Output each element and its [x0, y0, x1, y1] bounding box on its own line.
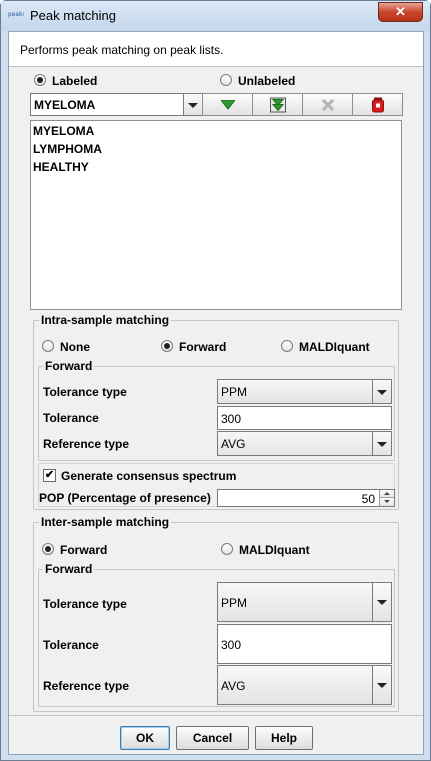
- intra-tolerance-type-label: Tolerance type: [43, 385, 127, 399]
- pop-label: POP (Percentage of presence): [39, 491, 211, 505]
- inter-tolerance-label: Tolerance: [43, 638, 99, 652]
- chevron-down-icon: [183, 94, 202, 115]
- consensus-checkbox[interactable]: ✔: [43, 469, 56, 482]
- intra-tolerance-field[interactable]: 300: [217, 406, 392, 430]
- intra-none-label: None: [60, 340, 90, 354]
- labeled-label: Labeled: [52, 74, 98, 88]
- inter-forward-title: Forward: [43, 562, 95, 576]
- inter-tolerance-field[interactable]: 300: [217, 624, 392, 664]
- intra-maldiquant-radio[interactable]: [281, 340, 293, 352]
- list-item[interactable]: HEALTHY: [33, 160, 89, 174]
- intra-tolerance-type-value: PPM: [221, 385, 248, 399]
- intra-reference-type-value: AVG: [221, 437, 246, 451]
- pop-value: 50: [361, 492, 375, 506]
- add-all-icon: [269, 97, 286, 112]
- intra-forward-group: Forward Tolerance type PPM Tolerance 300…: [38, 359, 395, 461]
- chevron-down-icon: [372, 666, 391, 704]
- pop-spinner-buttons[interactable]: [379, 490, 394, 506]
- unlabeled-radio[interactable]: [220, 74, 232, 86]
- inter-forward-label: Forward: [60, 543, 108, 557]
- inter-reference-type-value: AVG: [221, 679, 246, 693]
- intra-none-radio[interactable]: [42, 340, 54, 352]
- remove-label-button[interactable]: [302, 93, 353, 116]
- inter-forward-radio[interactable]: [42, 543, 54, 555]
- label-combo-value: MYELOMA: [34, 98, 96, 112]
- chevron-down-icon: [372, 380, 391, 403]
- label-combo[interactable]: MYELOMA: [30, 93, 203, 116]
- button-bar: OK Cancel Help: [9, 715, 423, 754]
- title-bar[interactable]: peaks Peak matching ✕: [1, 1, 430, 31]
- intra-sample-group: Intra-sample matching None Forward MALDI…: [33, 313, 399, 510]
- chevron-down-icon: [372, 432, 391, 455]
- inter-reference-type-combo[interactable]: AVG: [217, 665, 392, 705]
- spinner-down-icon[interactable]: [380, 498, 394, 506]
- inter-maldiquant-label: MALDIquant: [239, 543, 310, 557]
- dialog-content: Performs peak matching on peak lists. La…: [8, 31, 424, 755]
- inter-reference-type-label: Reference type: [43, 679, 130, 693]
- cancel-button[interactable]: Cancel: [176, 726, 249, 750]
- add-icon: [220, 99, 235, 110]
- intra-forward-radio[interactable]: [161, 340, 173, 352]
- intra-tolerance-type-combo[interactable]: PPM: [217, 379, 392, 404]
- list-item[interactable]: LYMPHOMA: [33, 142, 102, 156]
- intra-forward-label: Forward: [179, 340, 227, 354]
- consensus-group: ✔ Generate consensus spectrum POP (Perce…: [38, 463, 395, 507]
- consensus-label: Generate consensus spectrum: [61, 469, 237, 483]
- inter-forward-group: Forward Tolerance type PPM Tolerance 300…: [38, 562, 395, 707]
- inter-tolerance-type-combo[interactable]: PPM: [217, 582, 392, 622]
- add-all-labels-button[interactable]: [252, 93, 303, 116]
- inter-tolerance-type-value: PPM: [221, 596, 248, 610]
- clear-all-icon: [371, 97, 384, 112]
- unlabeled-label: Unlabeled: [238, 74, 296, 88]
- clear-labels-button[interactable]: [352, 93, 403, 116]
- help-button[interactable]: Help: [255, 726, 313, 750]
- inter-tolerance-type-label: Tolerance type: [43, 597, 127, 611]
- intra-reference-type-label: Reference type: [43, 437, 130, 451]
- intra-maldiquant-label: MALDIquant: [299, 340, 370, 354]
- add-label-button[interactable]: [202, 93, 253, 116]
- inter-tolerance-value: 300: [221, 638, 242, 652]
- description-panel: Performs peak matching on peak lists.: [9, 32, 423, 67]
- inter-maldiquant-radio[interactable]: [221, 543, 233, 555]
- dialog-window: peaks Peak matching ✕ Performs peak matc…: [0, 0, 431, 761]
- remove-icon: [321, 98, 334, 111]
- description-text: Performs peak matching on peak lists.: [20, 43, 224, 57]
- label-list[interactable]: MYELOMA LYMPHOMA HEALTHY: [30, 120, 402, 310]
- list-item[interactable]: MYELOMA: [33, 124, 94, 138]
- app-icon: peaks: [8, 11, 24, 18]
- inter-sample-title: Inter-sample matching: [39, 515, 172, 529]
- labeled-radio[interactable]: [34, 74, 46, 86]
- ok-button[interactable]: OK: [120, 726, 170, 750]
- chevron-down-icon: [372, 583, 391, 621]
- intra-reference-type-combo[interactable]: AVG: [217, 431, 392, 456]
- inter-sample-group: Inter-sample matching Forward MALDIquant…: [33, 515, 399, 712]
- intra-sample-title: Intra-sample matching: [39, 313, 172, 327]
- window-title: Peak matching: [30, 8, 116, 23]
- pop-spinner[interactable]: 50: [217, 489, 395, 507]
- intra-tolerance-label: Tolerance: [43, 411, 99, 425]
- intra-tolerance-value: 300: [221, 412, 242, 426]
- close-button[interactable]: ✕: [378, 2, 423, 22]
- intra-forward-title: Forward: [43, 359, 95, 373]
- spinner-up-icon[interactable]: [380, 490, 394, 498]
